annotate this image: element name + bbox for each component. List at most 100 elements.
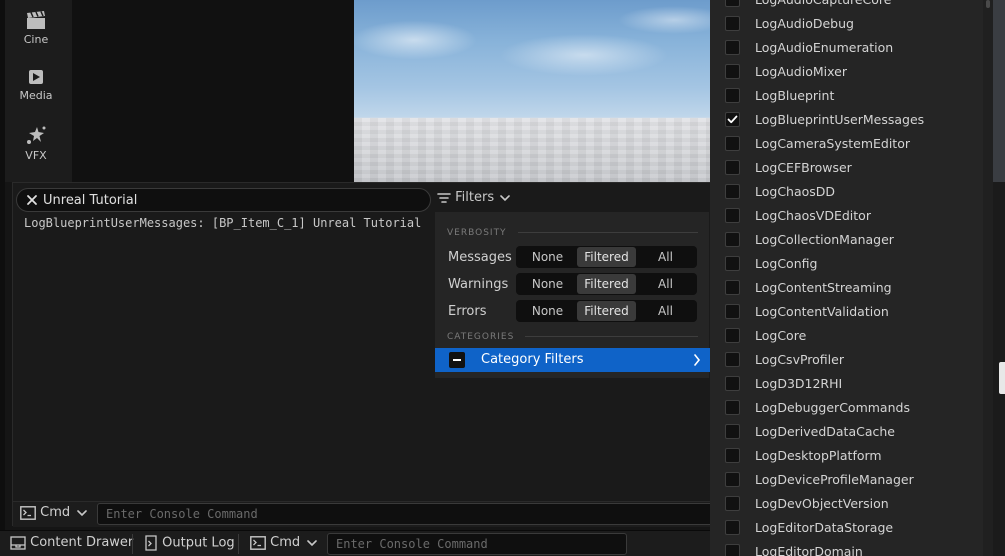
level-viewport[interactable]: [354, 0, 710, 182]
category-name: LogAudioCaptureCore: [755, 0, 892, 7]
cine-button[interactable]: Cine: [0, 10, 72, 46]
content-drawer-button[interactable]: Content Drawer: [10, 535, 133, 553]
media-button[interactable]: Media: [0, 68, 72, 102]
category-checkbox[interactable]: [725, 208, 740, 223]
category-checkbox[interactable]: [725, 256, 740, 271]
category-item[interactable]: LogCore: [710, 324, 993, 348]
console-command-input[interactable]: Enter Console Command: [97, 503, 713, 525]
category-checkbox[interactable]: [725, 424, 740, 439]
category-item[interactable]: LogCEFBrowser: [710, 156, 993, 180]
output-log-button[interactable]: Output Log: [144, 535, 235, 553]
category-checkbox[interactable]: [725, 280, 740, 295]
messages-label: Messages: [448, 250, 512, 265]
category-item[interactable]: LogDevObjectVersion: [710, 492, 993, 516]
clear-search-icon[interactable]: [25, 193, 39, 207]
category-checkbox[interactable]: [725, 376, 740, 391]
errors-label: Errors: [448, 304, 487, 319]
vfx-button[interactable]: VFX: [0, 126, 72, 162]
category-item[interactable]: LogContentValidation: [710, 300, 993, 324]
floor-plane: [354, 118, 710, 182]
category-name: LogCsvProfiler: [755, 352, 844, 367]
warnings-all-option[interactable]: All: [636, 274, 695, 294]
category-list-scrollbar[interactable]: [983, 0, 993, 556]
category-item[interactable]: LogDerivedDataCache: [710, 420, 993, 444]
filter-lines-icon: [437, 192, 451, 203]
categories-header: CATEGORIES: [447, 332, 515, 342]
errors-all-option[interactable]: All: [636, 301, 695, 321]
category-checkbox[interactable]: [725, 472, 740, 487]
cine-label: Cine: [23, 33, 49, 46]
category-item[interactable]: LogCollectionManager: [710, 228, 993, 252]
messages-filtered-option[interactable]: Filtered: [577, 247, 636, 267]
category-name: LogAudioMixer: [755, 64, 847, 79]
checkmark-icon: [727, 115, 738, 124]
category-name: LogConfig: [755, 256, 818, 271]
messages-none-option[interactable]: None: [518, 247, 577, 267]
scrollbar-thumb[interactable]: [986, 0, 990, 8]
category-item[interactable]: LogDeviceProfileManager: [710, 468, 993, 492]
category-checkbox[interactable]: [725, 16, 740, 31]
category-item[interactable]: LogD3D12RHI: [710, 372, 993, 396]
chevron-right-icon: [694, 354, 701, 366]
category-checkbox[interactable]: [725, 232, 740, 247]
category-checkbox[interactable]: [725, 496, 740, 511]
filters-button[interactable]: Filters: [437, 190, 511, 210]
category-checkbox[interactable]: [725, 520, 740, 535]
category-checkbox[interactable]: [725, 112, 740, 127]
category-item[interactable]: LogChaosVDEditor: [710, 204, 993, 228]
category-item[interactable]: LogChaosDD: [710, 180, 993, 204]
category-item[interactable]: LogBlueprint: [710, 84, 993, 108]
category-item[interactable]: LogAudioCaptureCore: [710, 0, 993, 12]
category-filters-item[interactable]: Category Filters: [435, 348, 711, 372]
errors-filtered-option[interactable]: Filtered: [577, 301, 636, 321]
category-checkbox[interactable]: [725, 448, 740, 463]
log-icon: [145, 535, 157, 551]
warnings-none-option[interactable]: None: [518, 274, 577, 294]
category-item[interactable]: LogContentStreaming: [710, 276, 993, 300]
category-item[interactable]: LogBlueprintUserMessages: [710, 108, 993, 132]
category-checkbox[interactable]: [725, 88, 740, 103]
log-search-input[interactable]: Unreal Tutorial: [16, 188, 431, 212]
status-cmd-dropdown[interactable]: Cmd: [250, 535, 318, 553]
category-checkbox[interactable]: [725, 64, 740, 79]
category-item[interactable]: LogAudioMixer: [710, 60, 993, 84]
terminal-icon: [20, 505, 36, 520]
category-item[interactable]: LogCsvProfiler: [710, 348, 993, 372]
category-item[interactable]: LogAudioEnumeration: [710, 36, 993, 60]
divider: [518, 232, 698, 233]
left-gutter: [0, 0, 5, 556]
vfx-icon: [27, 126, 46, 144]
category-item[interactable]: LogEditorDomain: [710, 540, 993, 556]
errors-none-option[interactable]: None: [518, 301, 577, 321]
category-item[interactable]: LogEditorDataStorage: [710, 516, 993, 540]
cmd-label: Cmd: [40, 505, 71, 520]
messages-all-option[interactable]: All: [636, 247, 695, 267]
category-checkbox[interactable]: [725, 40, 740, 55]
panel-edge-tab[interactable]: [999, 362, 1005, 394]
category-item[interactable]: LogDebuggerCommands: [710, 396, 993, 420]
chevron-down-icon: [307, 539, 318, 546]
category-checkbox[interactable]: [725, 544, 740, 556]
category-checkbox[interactable]: [725, 136, 740, 151]
category-checkbox[interactable]: [725, 352, 740, 367]
category-name: LogCollectionManager: [755, 232, 894, 247]
category-item[interactable]: LogDesktopPlatform: [710, 444, 993, 468]
category-item[interactable]: LogAudioDebug: [710, 12, 993, 36]
category-checkbox[interactable]: [725, 328, 740, 343]
category-name: LogCameraSystemEditor: [755, 136, 910, 151]
category-checkbox[interactable]: [725, 0, 740, 7]
category-name: LogAudioDebug: [755, 16, 854, 31]
category-name: LogEditorDomain: [755, 544, 863, 556]
cmd-dropdown[interactable]: Cmd: [20, 505, 88, 525]
category-checkbox[interactable]: [725, 160, 740, 175]
category-item[interactable]: LogConfig: [710, 252, 993, 276]
category-checkbox[interactable]: [725, 400, 740, 415]
status-console-input[interactable]: Enter Console Command: [327, 533, 627, 555]
category-checkbox[interactable]: [725, 304, 740, 319]
errors-verbosity-selector: None Filtered All: [516, 300, 697, 322]
divider: [525, 336, 698, 337]
editor-window: Cine Media VFX Unreal Tutorial Filters L…: [0, 0, 1005, 556]
warnings-filtered-option[interactable]: Filtered: [577, 274, 636, 294]
category-item[interactable]: LogCameraSystemEditor: [710, 132, 993, 156]
category-checkbox[interactable]: [725, 184, 740, 199]
